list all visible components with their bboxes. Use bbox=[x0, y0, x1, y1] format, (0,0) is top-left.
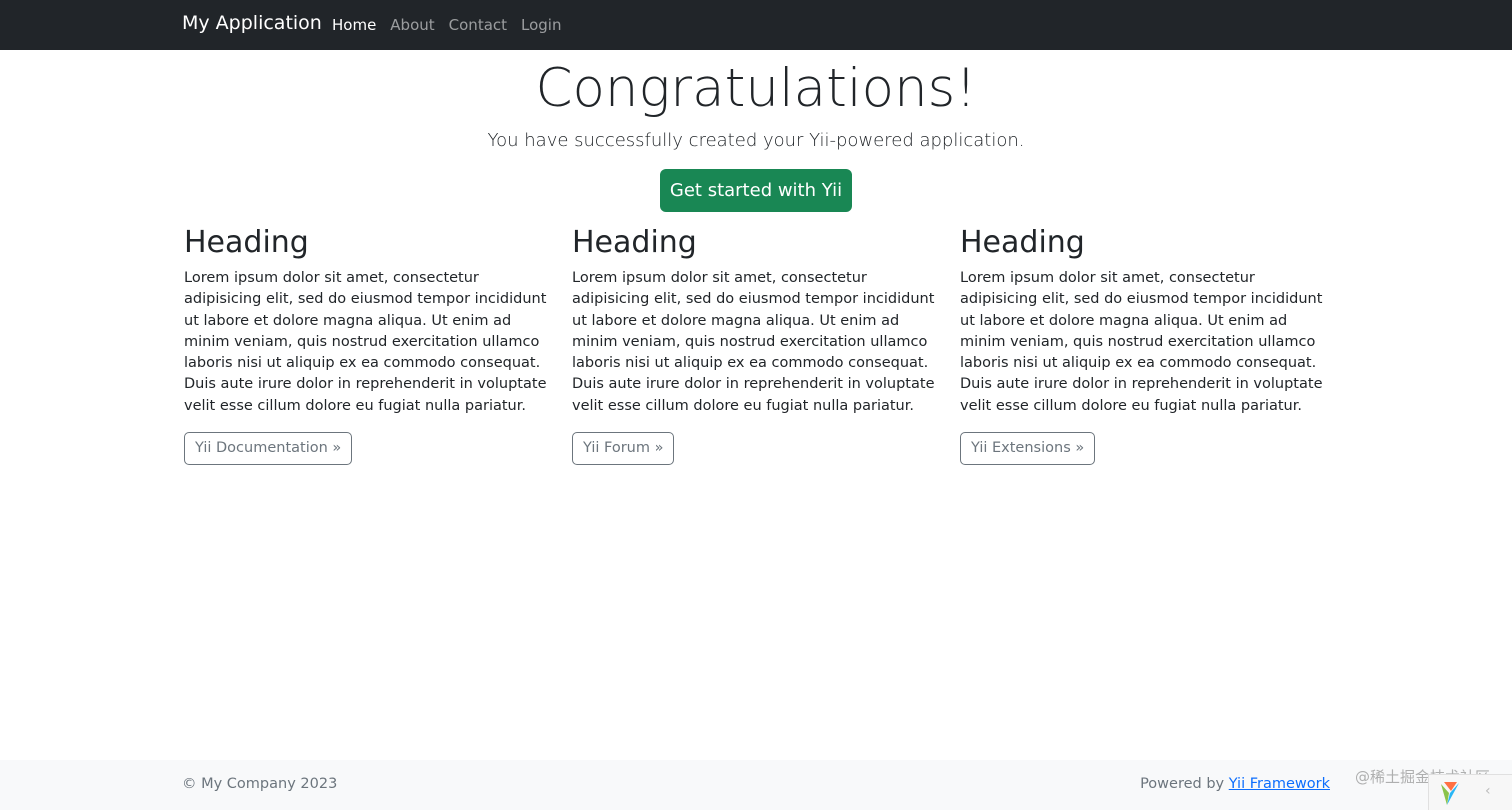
powered-by-text: Powered by Yii Framework bbox=[1140, 776, 1330, 792]
yii-forum-button[interactable]: Yii Forum » bbox=[572, 432, 675, 466]
brand-link[interactable]: My Application bbox=[182, 12, 322, 34]
yii-documentation-button[interactable]: Yii Documentation » bbox=[184, 432, 353, 466]
copyright-text: © My Company 2023 bbox=[182, 776, 338, 792]
nav-link-login[interactable]: Login bbox=[521, 16, 561, 34]
chevron-left-icon[interactable]: ‹ bbox=[1485, 783, 1491, 799]
get-started-button[interactable]: Get started with Yii bbox=[660, 169, 852, 212]
column-heading: Heading bbox=[572, 225, 697, 260]
debug-toolbar[interactable]: ‹ bbox=[1428, 774, 1512, 810]
page-footer: © My Company 2023 Powered by Yii Framewo… bbox=[0, 760, 1512, 810]
column-text: Lorem ipsum dolor sit amet, consectetur … bbox=[960, 270, 1323, 414]
column-text: Lorem ipsum dolor sit amet, consectetur … bbox=[572, 270, 935, 414]
powered-by-prefix: Powered by bbox=[1140, 776, 1229, 792]
column-text: Lorem ipsum dolor sit amet, consectetur … bbox=[184, 270, 547, 414]
column-extensions: Heading Lorem ipsum dolor sit amet, cons… bbox=[960, 225, 1330, 466]
nav-link-contact[interactable]: Contact bbox=[449, 16, 507, 34]
yii-logo-icon[interactable] bbox=[1435, 778, 1465, 808]
nav-links: Home About Contact Login bbox=[332, 16, 561, 34]
yii-framework-link[interactable]: Yii Framework bbox=[1229, 776, 1330, 792]
nav-link-home[interactable]: Home bbox=[332, 16, 376, 34]
column-heading: Heading bbox=[184, 225, 309, 260]
hero-lead: You have successfully created your Yii-p… bbox=[487, 130, 1025, 151]
column-heading: Heading bbox=[960, 225, 1085, 260]
nav-link-about[interactable]: About bbox=[390, 16, 434, 34]
top-navbar: My Application Home About Contact Login bbox=[0, 0, 1512, 50]
yii-extensions-button[interactable]: Yii Extensions » bbox=[960, 432, 1096, 466]
column-forum: Heading Lorem ipsum dolor sit amet, cons… bbox=[572, 225, 942, 466]
hero-title: Congratulations! bbox=[535, 58, 977, 119]
column-documentation: Heading Lorem ipsum dolor sit amet, cons… bbox=[184, 225, 554, 466]
